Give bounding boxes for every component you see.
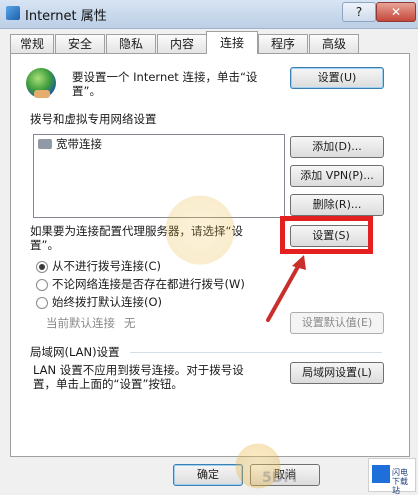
mascot-watermark <box>160 190 240 270</box>
setup-button[interactable]: 设置(U) <box>290 67 384 89</box>
lan-separator <box>130 352 382 353</box>
setup-text-line1: 要设置一个 Internet 连接，单击“设 <box>72 70 258 84</box>
tab-programs[interactable]: 程序 <box>258 34 308 53</box>
logo-text: 闪电下载站 <box>392 468 408 495</box>
tab-security[interactable]: 安全 <box>55 34 105 53</box>
hand-icon <box>34 90 50 98</box>
radio-never-dial[interactable] <box>36 261 48 273</box>
proxy-text-line2: 置”。 <box>30 238 59 252</box>
remove-button[interactable]: 删除(R)... <box>290 194 384 216</box>
logo-mark-icon <box>372 465 390 483</box>
lan-heading: 局域网(LAN)设置 <box>30 345 120 359</box>
highlight-box <box>280 216 373 254</box>
tab-connections[interactable]: 连接 <box>206 31 258 54</box>
tab-advanced[interactable]: 高级 <box>309 34 359 53</box>
radio-never-label: 从不进行拨号连接(C) <box>52 259 162 273</box>
current-default-value: 无 <box>124 316 136 330</box>
site-logo: 闪电下载站 <box>368 458 416 495</box>
radio-always-label: 始终拨打默认连接(O) <box>52 295 163 309</box>
tab-privacy[interactable]: 隐私 <box>106 34 156 53</box>
add-vpn-button[interactable]: 添加 VPN(P)... <box>290 165 384 187</box>
add-button[interactable]: 添加(D)... <box>290 136 384 158</box>
lan-text-line2: 置，单击上面的“设置”按钮。 <box>33 377 183 391</box>
current-default-label: 当前默认连接 <box>46 316 115 330</box>
setup-text-line2: 置”。 <box>72 84 101 98</box>
dialup-heading: 拨号和虚拟专用网络设置 <box>30 112 157 126</box>
tab-content[interactable]: 内容 <box>157 34 207 53</box>
lan-text-line1: LAN 设置不应用到拨号连接。对于拨号设 <box>33 363 244 377</box>
internet-explorer-icon <box>6 6 20 20</box>
watermark-text: 5DM <box>262 470 298 486</box>
dialup-list[interactable]: 宽带连接 <box>33 134 285 218</box>
radio-dial-whenever[interactable] <box>36 279 48 291</box>
radio-always-dial[interactable] <box>36 297 48 309</box>
list-item[interactable]: 宽带连接 <box>56 137 102 151</box>
help-button[interactable]: ? <box>342 2 376 22</box>
connection-icon <box>38 139 52 149</box>
lan-settings-button[interactable]: 局域网设置(L) <box>290 362 384 384</box>
window-title: Internet 属性 <box>25 9 107 24</box>
title-bar[interactable]: Internet 属性 ? ✕ <box>0 0 418 29</box>
set-default-button[interactable]: 设置默认值(E) <box>290 312 384 334</box>
tab-general[interactable]: 常规 <box>10 34 54 53</box>
radio-whenever-label: 不论网络连接是否存在都进行拨号(W) <box>52 277 245 291</box>
close-button[interactable]: ✕ <box>376 2 416 22</box>
internet-properties-window: Internet 属性 ? ✕ 常规 安全 隐私 内容 连接 程序 高级 要设置… <box>0 0 418 495</box>
